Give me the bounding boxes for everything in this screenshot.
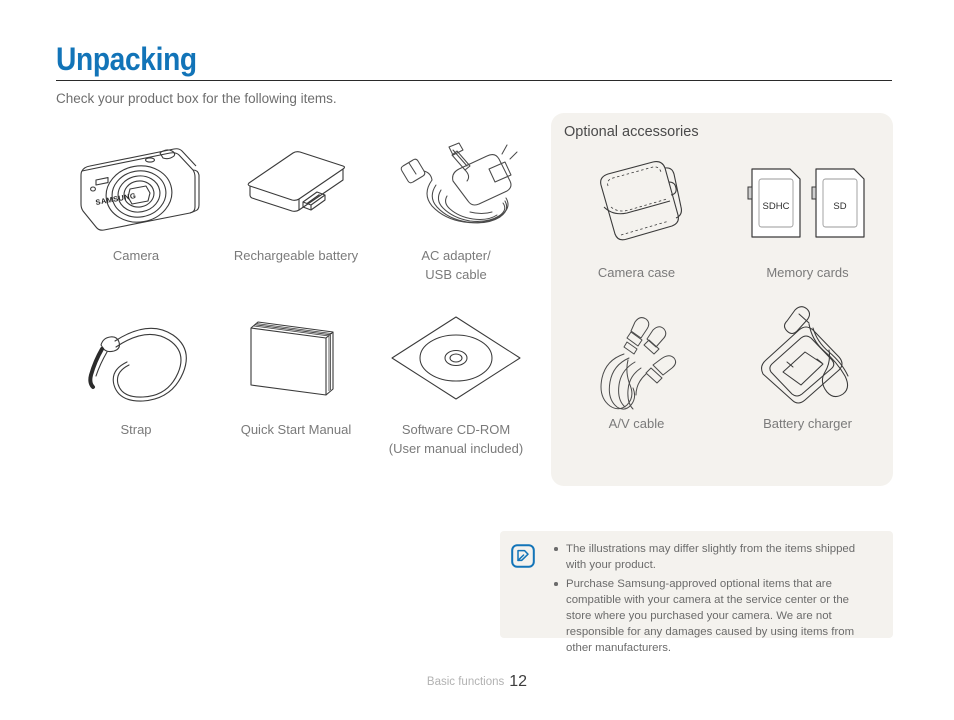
item-caption: Software CD-ROM (User manual included)	[388, 422, 524, 456]
camera-icon: SAMSUNG	[61, 128, 211, 238]
av-cable-icon	[557, 302, 717, 410]
note-bullet: Purchase Samsung-approved optional items…	[554, 576, 877, 656]
optional-items-row: Camera case SDHC SD Memory cards	[551, 151, 893, 280]
strap-icon	[61, 302, 211, 412]
note-bullet-list: The illustrations may differ slightly fr…	[536, 541, 881, 654]
item-caption: Strap	[120, 422, 152, 437]
item-caption: Quick Start Manual	[240, 422, 352, 437]
item-camera: SAMSUNG Camera	[56, 128, 216, 284]
note-pencil-icon	[510, 543, 536, 569]
memory-cards-icon: SDHC SD	[728, 151, 888, 259]
memory-card-label: SD	[833, 201, 846, 212]
optional-accessories-title: Optional accessories	[564, 124, 699, 140]
memory-card-sd: SD	[811, 168, 865, 238]
item-caption: Camera	[112, 248, 160, 263]
page-header: Unpacking Check your product box for the…	[56, 42, 892, 107]
camera-case-icon	[557, 151, 717, 259]
optional-accessories-panel: Optional accessories Camera case SDHC SD…	[551, 113, 893, 486]
included-items-row: SAMSUNG Camera Rechargeable battery AC a…	[56, 128, 536, 284]
item-rechargeable-battery: Rechargeable battery	[216, 128, 376, 284]
optional-accessories-grid: Camera case SDHC SD Memory cards A/V cab…	[551, 151, 893, 431]
item-caption: Camera case	[597, 265, 676, 280]
included-items-grid: SAMSUNG Camera Rechargeable battery AC a…	[56, 128, 536, 458]
item-strap: Strap	[56, 302, 216, 458]
footer-section-label: Basic functions	[426, 676, 505, 688]
item-battery-charger: Battery charger	[722, 302, 893, 431]
item-camera-case: Camera case	[551, 151, 722, 280]
page-title: Unpacking	[56, 41, 197, 77]
note-box: The illustrations may differ slightly fr…	[500, 531, 893, 654]
item-quick-start-manual: Quick Start Manual	[216, 302, 376, 458]
item-caption: Rechargeable battery	[233, 248, 359, 263]
manual-icon	[221, 302, 371, 412]
title-divider	[56, 80, 892, 81]
included-items-row: Strap Quick Start Manual Software CD-ROM…	[56, 302, 536, 458]
ac-adapter-usb-cable-icon	[381, 128, 531, 238]
memory-card-label: SDHC	[762, 201, 789, 212]
item-caption: A/V cable	[608, 416, 665, 431]
optional-items-row: A/V cable Battery charger	[551, 302, 893, 431]
item-memory-cards: SDHC SD Memory cards	[722, 151, 893, 280]
item-caption: Memory cards	[766, 265, 849, 280]
item-caption: AC adapter/ USB cable	[421, 248, 491, 282]
cd-rom-icon	[381, 302, 531, 412]
note-bullet: The illustrations may differ slightly fr…	[554, 541, 877, 573]
battery-charger-icon	[728, 302, 888, 410]
page-subtitle: Check your product box for the following…	[56, 91, 337, 106]
page-footer: Basic functions 12	[0, 672, 954, 691]
item-ac-adapter-usb-cable: AC adapter/ USB cable	[376, 128, 536, 284]
item-av-cable: A/V cable	[551, 302, 722, 431]
battery-icon	[221, 128, 371, 238]
memory-card-sdhc: SDHC	[747, 168, 801, 238]
footer-page-number: 12	[509, 673, 528, 690]
item-software-cd-rom: Software CD-ROM (User manual included)	[376, 302, 536, 458]
item-caption: Battery charger	[763, 416, 852, 431]
